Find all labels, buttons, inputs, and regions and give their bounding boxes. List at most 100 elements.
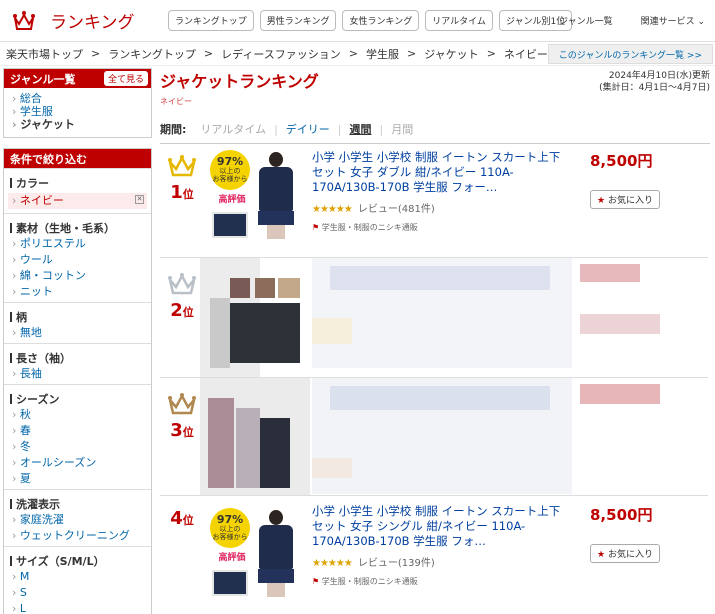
silver-crown-icon <box>168 273 196 295</box>
breadcrumb-item[interactable]: レディースファッション <box>221 46 341 62</box>
breadcrumb: 楽天市場トップ > ランキングトップ > レディースファッション > 学生服 > ジャケ… <box>0 42 715 66</box>
shop-link[interactable]: 学生服・制服のニシキ通販 <box>312 222 418 233</box>
favorite-button[interactable]: お気に入り <box>590 544 660 563</box>
genre-ranking-list-button[interactable]: このジャンルのランキング一覧 >> <box>547 44 713 64</box>
filter-box: 条件で絞り込む カラー ネイビー ✕ 素材（生地・毛系） ポリエステル ウール 綿… <box>3 148 152 614</box>
breadcrumb-item[interactable]: ランキングトップ <box>108 46 196 62</box>
breadcrumb-item[interactable]: 楽天市場トップ <box>6 46 83 62</box>
sidebar: ジャンル一覧 全て見る 総合 学生服 ジャケット 条件で絞り込む カラー ネイビ… <box>3 68 152 614</box>
filter-option[interactable]: 春 <box>4 423 151 439</box>
model-figure <box>256 152 296 242</box>
updated-date: 2024年4月10日(水)更新 <box>608 71 710 81</box>
model-figure <box>256 510 296 600</box>
rank-number: 3位 <box>170 420 194 441</box>
period-weekly: 週間 <box>349 123 372 136</box>
favorite-button[interactable]: お気に入り <box>590 190 660 209</box>
show-all-button[interactable]: 全て見る <box>103 71 148 86</box>
product-image[interactable]: 97% 以上の お客様から 高評価 <box>208 506 306 602</box>
filter-category-color: カラー ネイビー ✕ <box>4 168 151 213</box>
ranking-item-obscured: 3位 <box>160 378 708 496</box>
filter-option[interactable]: 家庭洗濯 <box>4 512 151 528</box>
breadcrumb-item[interactable]: 学生服 <box>366 46 399 62</box>
shop-link[interactable]: 学生服・制服のニシキ通販 <box>312 576 418 587</box>
product-title-link[interactable]: 小学 小学生 小学校 制服 イートン スカート上下セット 女子 ダブル 紺/ネイ… <box>312 150 567 195</box>
breadcrumb-item[interactable]: ジャケット <box>424 46 478 62</box>
high-rating-label: 高評価 <box>218 195 246 205</box>
filter-option-navy[interactable]: ネイビー ✕ <box>8 193 147 209</box>
nav-male-ranking[interactable]: 男性ランキング <box>259 10 337 31</box>
bronze-crown-icon <box>168 393 196 415</box>
genre-box-title: ジャンル一覧 <box>10 72 76 86</box>
filter-option[interactable]: ニット <box>4 284 151 300</box>
filter-category-title: 洗濯表示 <box>4 492 151 512</box>
top-nav: ランキングトップ 男性ランキング 女性ランキング リアルタイム ジャンル別1位 <box>168 10 573 31</box>
price: 8,500円 <box>590 506 653 524</box>
product-image[interactable]: 97% 以上の お客様から 高評価 <box>208 148 306 244</box>
filter-option[interactable]: ウェットクリーニング <box>4 528 151 544</box>
filter-option[interactable]: L <box>4 601 151 614</box>
period-realtime[interactable]: リアルタイム <box>200 121 266 137</box>
breadcrumb-item[interactable]: ネイビー <box>504 46 548 62</box>
filter-category-title: 柄 <box>4 305 151 325</box>
genre-list-link[interactable]: ジャンル一覧 <box>559 14 613 27</box>
period-selector: 期間: リアルタイム | デイリー | 週間 | 月間 <box>160 121 414 137</box>
filter-option[interactable]: ウール <box>4 252 151 268</box>
period-daily[interactable]: デイリー <box>286 121 330 137</box>
star-rating: ★★★★★ <box>312 204 353 215</box>
filter-category-washing: 洗濯表示 家庭洗濯 ウェットクリーニング <box>4 489 151 546</box>
filter-option[interactable]: 秋 <box>4 407 151 423</box>
filter-category-title: 素材（生地・毛系） <box>4 216 151 236</box>
period-monthly[interactable]: 月間 <box>391 121 413 137</box>
related-services-link[interactable]: 関連サービス ⌄ <box>641 14 705 27</box>
filter-option[interactable]: M <box>4 569 151 585</box>
filter-option[interactable]: S <box>4 585 151 601</box>
rating-badge: 97% 以上の お客様から <box>210 508 250 548</box>
genre-item-school-uniform[interactable]: 学生服 <box>12 105 143 118</box>
filter-category-title: シーズン <box>4 387 151 407</box>
filter-option[interactable]: 夏 <box>4 471 151 487</box>
filter-category-season: シーズン 秋 春 冬 オールシーズン 夏 <box>4 384 151 489</box>
filter-option[interactable]: 綿・コットン <box>4 268 151 284</box>
rank-number: 1位 <box>170 182 194 203</box>
filter-category-title: 長さ（袖） <box>4 346 151 366</box>
blurred-content <box>200 258 700 377</box>
rating-badge: 97% 以上の お客様から <box>210 150 250 190</box>
filter-option[interactable]: 無地 <box>4 325 151 341</box>
gold-crown-icon <box>168 155 196 177</box>
filter-option[interactable]: ポリエステル <box>4 236 151 252</box>
logo[interactable]: ランキング <box>0 8 160 33</box>
price: 8,500円 <box>590 152 653 170</box>
rank-number: 4位 <box>170 508 194 529</box>
review-link[interactable]: レビュー(481件) <box>358 204 435 215</box>
review-link[interactable]: レビュー(139件) <box>358 558 435 569</box>
rank-badge: 3位 <box>166 392 198 441</box>
filter-category-title: カラー <box>4 171 151 191</box>
rank-badge: 4位 <box>166 508 198 529</box>
nav-realtime[interactable]: リアルタイム <box>425 10 493 31</box>
genre-box-header: ジャンル一覧 全て見る <box>4 69 151 88</box>
filter-category-sleeve: 長さ（袖） 長袖 <box>4 343 151 384</box>
filter-box-header: 条件で絞り込む <box>4 149 151 168</box>
filter-option[interactable]: 冬 <box>4 439 151 455</box>
rank-number: 2位 <box>170 300 194 321</box>
filter-option-label: ネイビー <box>19 194 64 207</box>
logo-text: ランキング <box>50 13 135 33</box>
header: ランキング ランキングトップ 男性ランキング 女性ランキング リアルタイム ジャ… <box>0 0 715 42</box>
star-rating: ★★★★★ <box>312 558 353 569</box>
nav-female-ranking[interactable]: 女性ランキング <box>342 10 420 31</box>
clear-filter-icon[interactable]: ✕ <box>135 195 144 204</box>
blurred-content <box>200 378 700 495</box>
period-label: 期間: <box>160 123 187 136</box>
genre-item-jacket: ジャケット <box>12 118 143 131</box>
genre-item-all[interactable]: 総合 <box>12 92 143 105</box>
product-title-link[interactable]: 小学 小学生 小学校 制服 イートン スカート上下セット 女子 シングル 紺/ネ… <box>312 504 567 549</box>
filter-category-pattern: 柄 無地 <box>4 302 151 343</box>
filter-option[interactable]: オールシーズン <box>4 455 151 471</box>
high-rating-label: 高評価 <box>218 553 246 563</box>
subcategory-label: ネイビー <box>160 97 192 106</box>
rating-summary: ★★★★★ レビュー(481件) <box>312 200 435 215</box>
nav-ranking-top[interactable]: ランキングトップ <box>168 10 254 31</box>
filter-option[interactable]: 長袖 <box>4 366 151 382</box>
rating-summary: ★★★★★ レビュー(139件) <box>312 554 435 569</box>
main-content: ジャケットランキング ネイビー 2024年4月10日(水)更新 (集計日：4月1… <box>160 68 710 602</box>
